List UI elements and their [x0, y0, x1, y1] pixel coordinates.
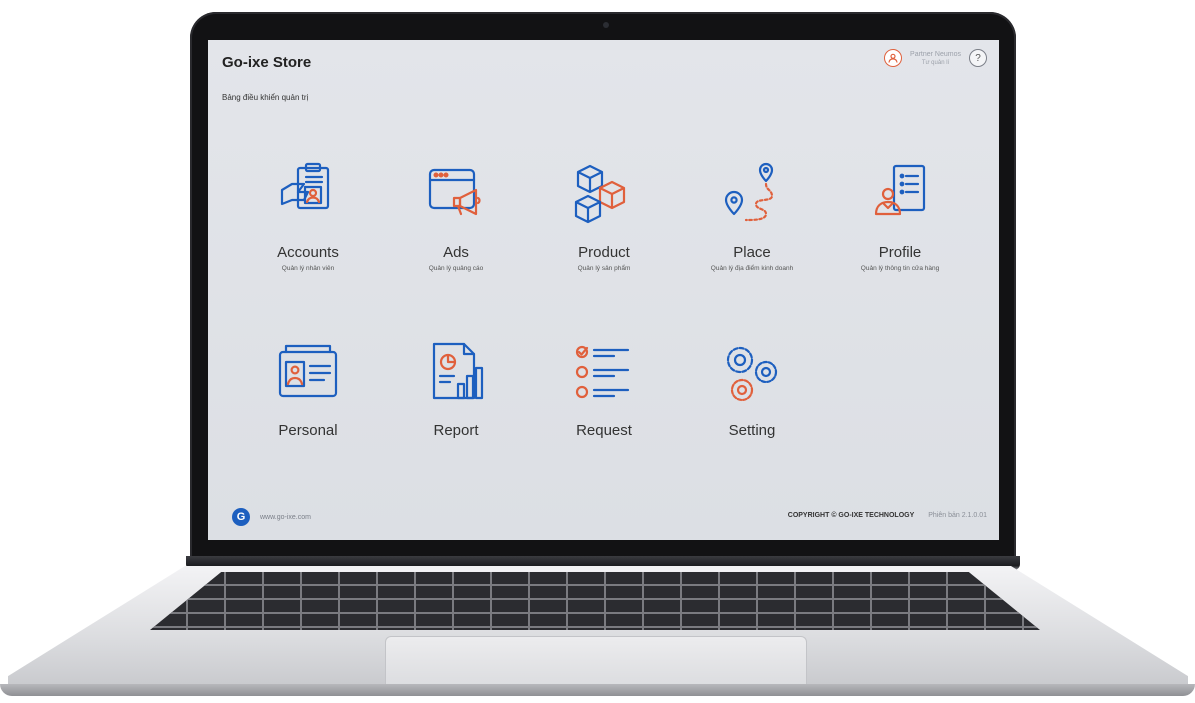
laptop-mockup: Go-ixe Store Bảng điều khiển quản trị Pa… [0, 0, 1195, 703]
app-title: Go-ixe Store [222, 54, 312, 71]
tile-label: Profile [878, 244, 922, 261]
profile-icon [874, 164, 926, 216]
tile-product[interactable]: Product Quản lý sản phẩm [534, 160, 674, 273]
laptop-keyboard [150, 572, 1040, 630]
copyright-text: COPYRIGHT © GO-IXE TECHNOLOGY [787, 512, 915, 519]
tile-label: Product [578, 244, 630, 261]
tile-label: Setting [728, 422, 776, 439]
tile-request[interactable]: Request [534, 338, 674, 439]
tile-place[interactable]: Place Quản lý địa điểm kinh doanh [682, 160, 822, 273]
version-text: Phiên bản 2.1.0.01 [928, 512, 987, 519]
laptop-trackpad [385, 636, 807, 685]
accounts-icon [280, 162, 330, 210]
footer-left: G www.go-ixe.com [232, 508, 311, 526]
ads-icon [428, 168, 481, 216]
tile-sub: Quản lý nhân viên [281, 265, 335, 272]
place-icon [724, 162, 774, 222]
tile-accounts[interactable]: Accounts Quản lý nhân viên [238, 160, 378, 273]
user-menu[interactable]: Partner Neumos Tư quản lí ? [884, 49, 987, 67]
tile-label: Accounts [277, 244, 339, 261]
tile-label: Report [433, 422, 479, 439]
report-icon [432, 342, 484, 400]
tile-ads[interactable]: Ads Quản lý quảng cáo [386, 160, 526, 273]
website-link[interactable]: www.go-ixe.com [260, 514, 311, 521]
tile-sub: Quản lý quảng cáo [428, 265, 484, 272]
request-icon [575, 345, 630, 399]
tile-sub: Quản lý sản phẩm [577, 265, 631, 272]
tile-label: Personal [278, 422, 338, 439]
avatar-icon[interactable] [884, 49, 903, 67]
camera [603, 22, 609, 28]
setting-icon [726, 346, 778, 402]
tile-label: Request [576, 422, 632, 439]
user-info: Partner Neumos Tư quản lí [910, 51, 961, 66]
app-screen: Go-ixe Store Bảng điều khiển quản trị Pa… [208, 40, 999, 540]
personal-icon [278, 344, 338, 398]
brand-logo-icon: G [232, 508, 250, 526]
tile-label: Place [733, 244, 771, 261]
tile-personal[interactable]: Personal [238, 338, 378, 439]
tile-sub: Quản lý thông tin cửa hàng [860, 265, 940, 272]
dashboard-grid: Accounts Quản lý nhân viên Ads Quản lý q… [238, 160, 978, 490]
user-role: Tư quản lí [921, 59, 950, 66]
product-icon [574, 164, 626, 224]
tile-setting[interactable]: Setting [682, 338, 822, 439]
tile-sub: Quản lý địa điểm kinh doanh [710, 265, 794, 272]
tile-label: Ads [443, 244, 469, 261]
tile-profile[interactable]: Profile Quản lý thông tin cửa hàng [830, 160, 970, 273]
user-name: Partner Neumos [910, 50, 961, 58]
footer-right: COPYRIGHT © GO-IXE TECHNOLOGY Phiên bản … [788, 512, 987, 519]
help-button[interactable]: ? [969, 49, 987, 67]
laptop-base-edge [0, 684, 1195, 696]
app-subtitle: Bảng điều khiển quản trị [222, 93, 309, 102]
tile-report[interactable]: Report [386, 338, 526, 439]
